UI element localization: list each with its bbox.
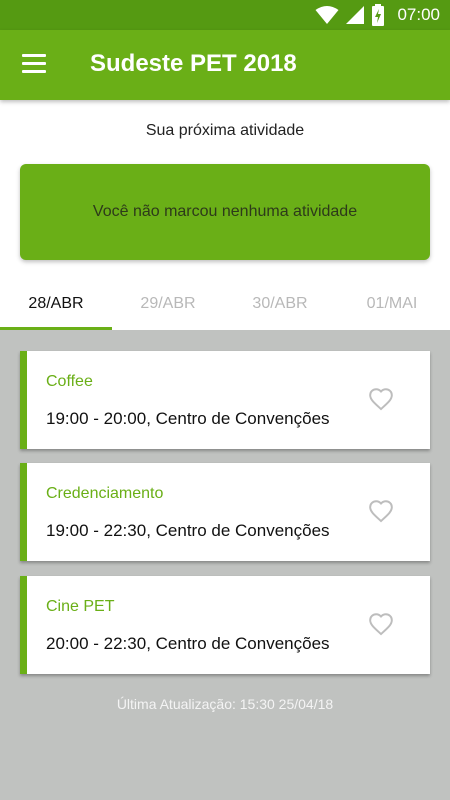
status-time: 07:00 [397,5,440,24]
battery-charging-icon [372,4,385,26]
next-activity-empty-message: Você não marcou nenhuma atividade [92,203,358,220]
heart-outline-icon[interactable] [368,499,394,523]
wifi-icon [315,6,339,24]
tab-28-abr[interactable]: 28/ABR [0,278,112,330]
event-accent-bar [20,463,27,561]
tab-30-abr[interactable]: 30/ABR [224,278,336,330]
tab-29-abr[interactable]: 29/ABR [112,278,224,330]
signal-icon [346,6,365,24]
status-icons: 07:00 [315,4,440,26]
event-accent-bar [20,576,27,674]
event-card-coffee[interactable]: Coffee 19:00 - 20:00, Centro de Convençõ… [20,351,430,449]
heart-outline-icon[interactable] [368,612,394,636]
event-accent-bar [20,351,27,449]
events-list[interactable]: Coffee 19:00 - 20:00, Centro de Convençõ… [0,330,450,800]
last-update-text: Última Atualização: 15:30 25/04/18 [116,696,334,712]
event-name: Cine PET [46,598,115,615]
event-card-credenciamento[interactable]: Credenciamento 19:00 - 22:30, Centro de … [20,463,430,561]
event-details: 19:00 - 22:30, Centro de Convenções [46,521,330,540]
app-title: Sudeste PET 2018 [90,50,297,77]
next-activity-label: Sua próxima atividade [145,122,305,139]
app-bar: Sudeste PET 2018 [0,30,450,100]
event-card-cine-pet[interactable]: Cine PET 20:00 - 22:30, Centro de Conven… [20,576,430,674]
status-bar: 07:00 [0,0,450,30]
event-name: Coffee [46,373,93,390]
date-tabs: 28/ABR 29/ABR 30/ABR 01/MAI [0,278,450,330]
menu-icon[interactable] [22,54,48,76]
next-activity-card: Você não marcou nenhuma atividade [20,164,430,260]
event-name: Credenciamento [46,485,164,502]
event-details: 20:00 - 22:30, Centro de Convenções [46,634,330,653]
tab-01-mai[interactable]: 01/MAI [336,278,448,330]
heart-outline-icon[interactable] [368,387,394,411]
event-details: 19:00 - 20:00, Centro de Convenções [46,409,330,428]
